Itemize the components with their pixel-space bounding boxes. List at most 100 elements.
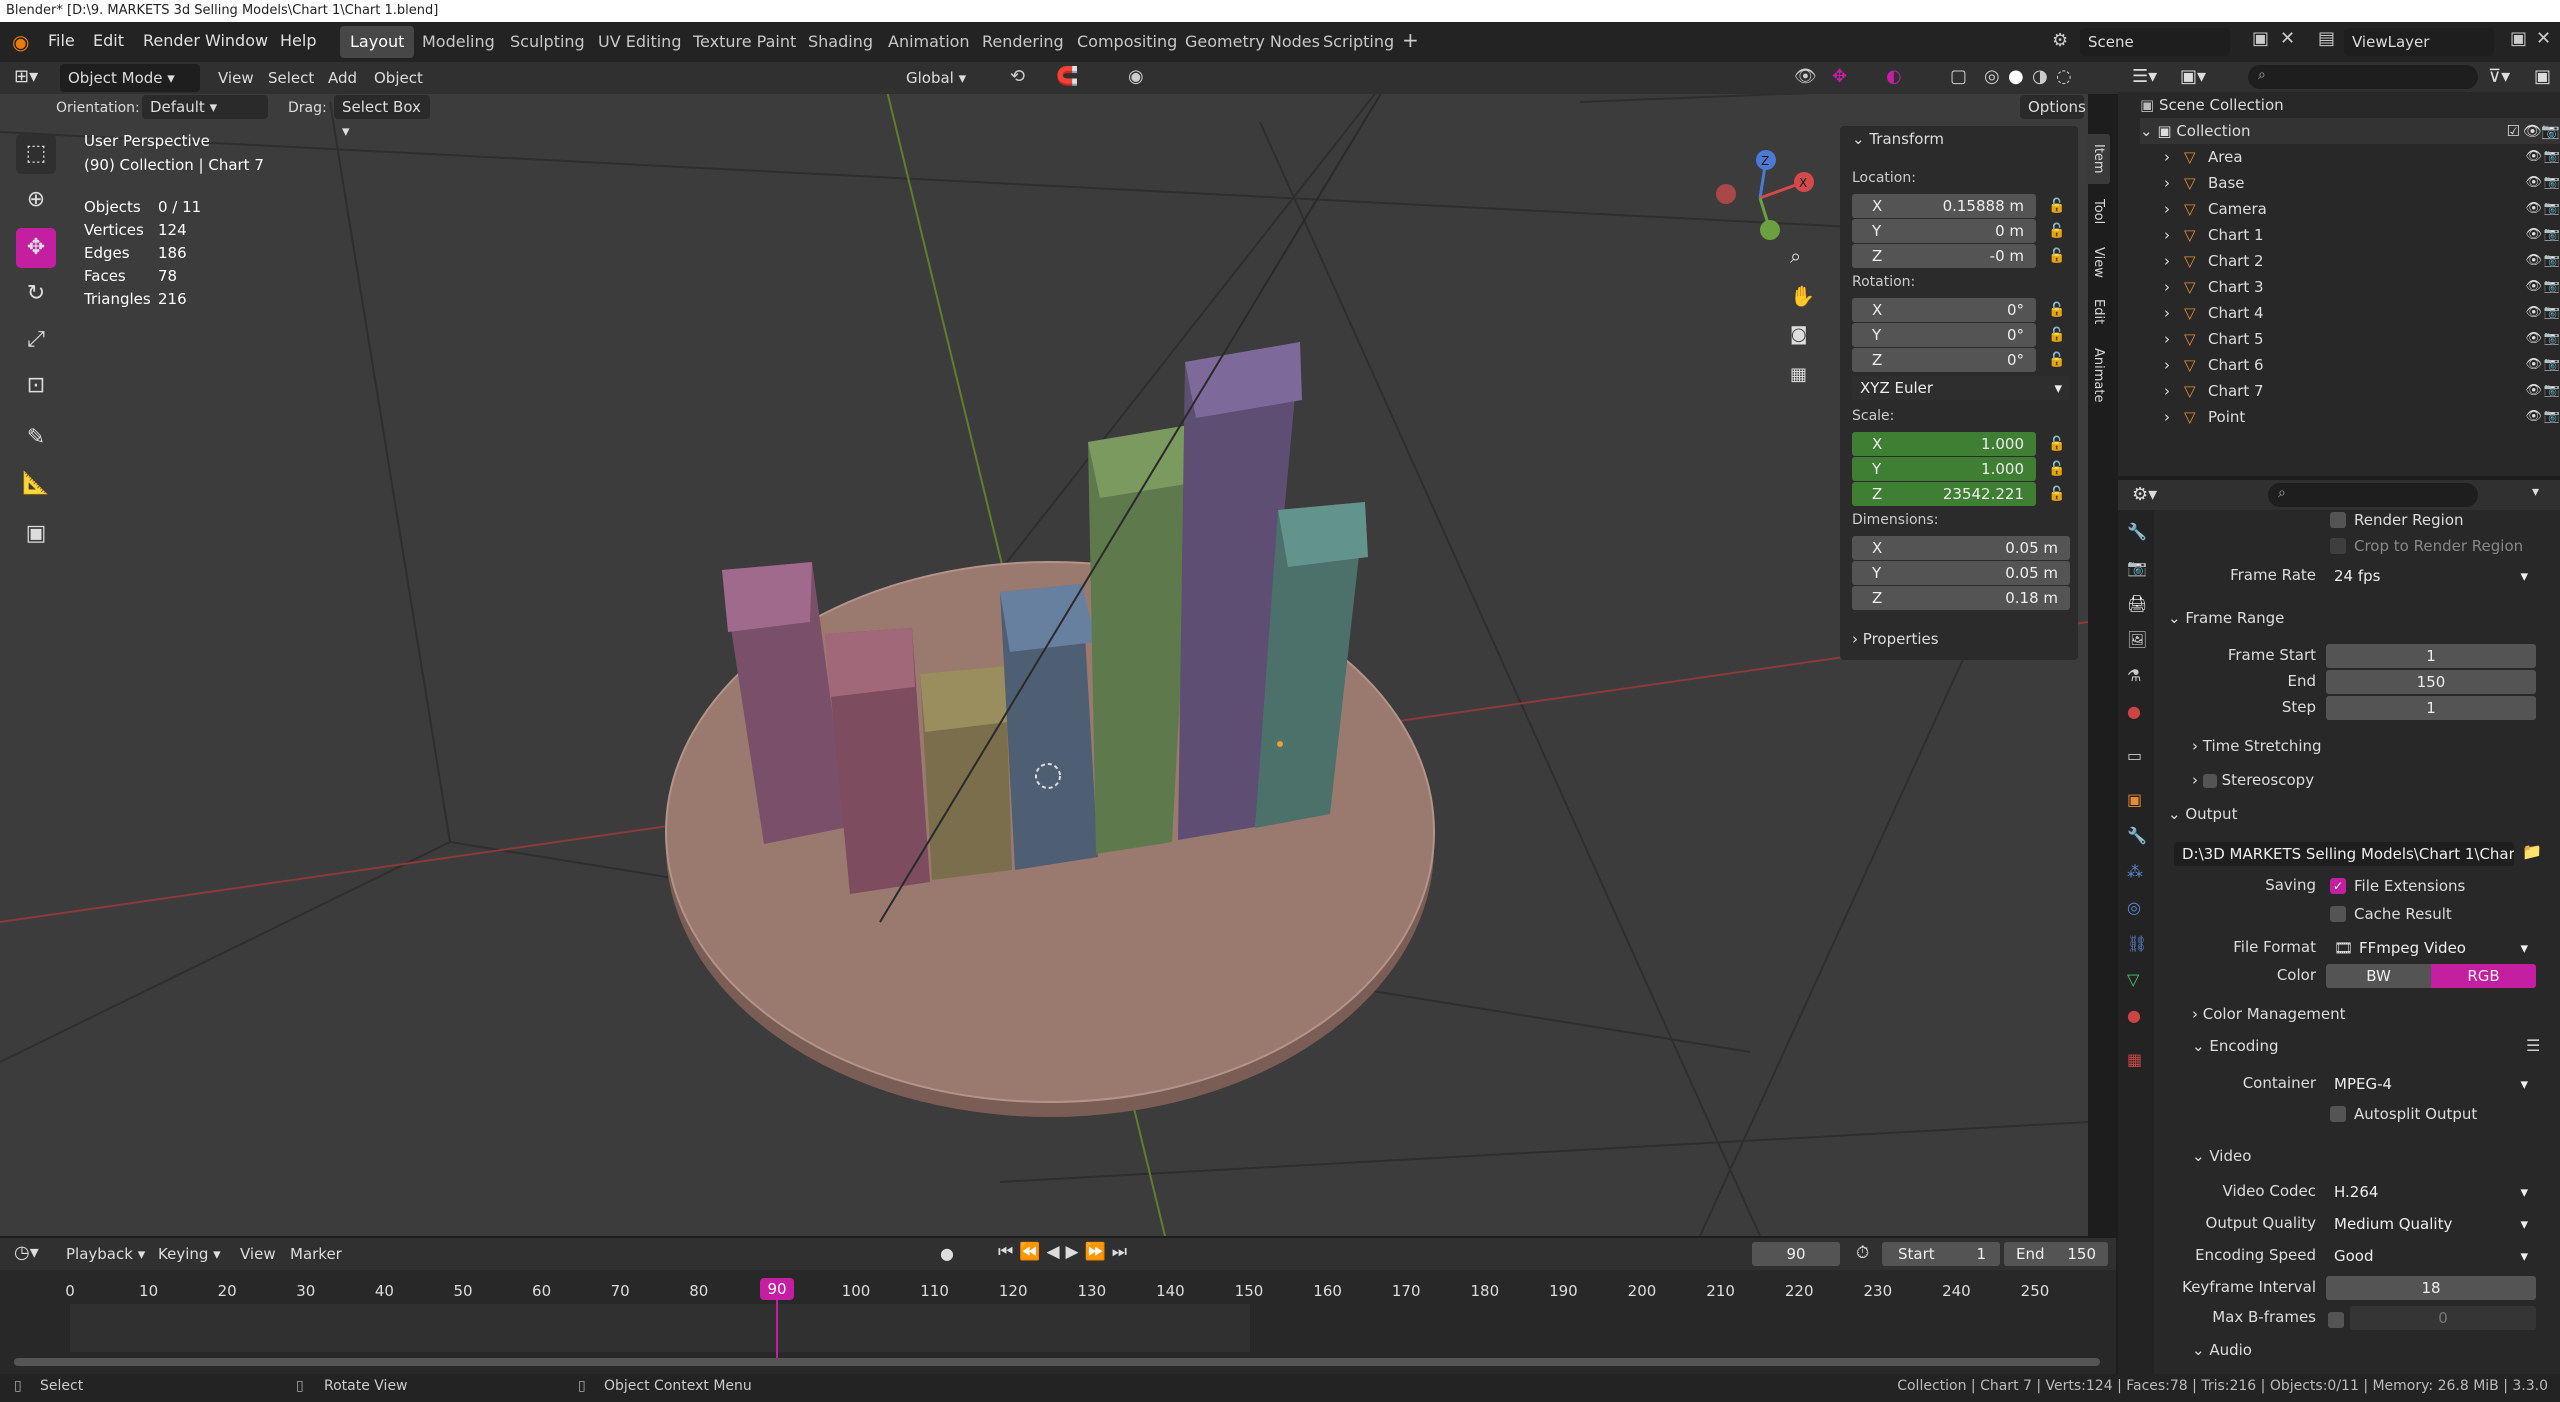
- outliner-item[interactable]: › ▽ Chart 1 👁 📷: [2140, 222, 2560, 248]
- lock-location-y-icon[interactable]: 🔓: [2048, 223, 2066, 241]
- playback-controls[interactable]: ⏮⏪◀▶⏩⏭: [998, 1242, 1133, 1262]
- playhead-line[interactable]: [776, 1290, 778, 1358]
- measure-tool-icon[interactable]: 📐: [16, 464, 56, 504]
- file-format-dropdown[interactable]: 🎞 FFmpeg Video ▾: [2326, 936, 2536, 960]
- outliner-item[interactable]: › ▽ Chart 2 👁 📷: [2140, 248, 2560, 274]
- stereoscopy-section[interactable]: › Stereoscopy: [2192, 766, 2314, 794]
- menu-help[interactable]: Help: [280, 31, 316, 50]
- outliner-item[interactable]: › ▽ Area 👁 📷: [2140, 144, 2560, 170]
- dimensions-y-field[interactable]: Y 0.05 m: [1852, 561, 2070, 585]
- visibility-icon[interactable]: 👁: [1794, 66, 1817, 87]
- output-path-input[interactable]: D:\3D MARKETS Selling Models\Chart 1\Cha…: [2174, 842, 2514, 866]
- select-tool-icon[interactable]: ⬚: [16, 134, 56, 174]
- xray-icon[interactable]: ▢: [1950, 66, 1967, 87]
- scale-y-field[interactable]: Y 1.000: [1852, 457, 2036, 481]
- camera-render-icon[interactable]: 📷: [2544, 144, 2560, 170]
- modifier-tab-icon[interactable]: 🔧: [2127, 826, 2147, 845]
- record-icon[interactable]: ●: [940, 1244, 954, 1263]
- new-view-layer-icon[interactable]: ▣: [2510, 28, 2527, 49]
- tab-texture-paint[interactable]: Texture Paint: [683, 26, 806, 58]
- tab-animate[interactable]: Animate: [2086, 340, 2110, 410]
- expand-arrow-icon[interactable]: ›: [2164, 326, 2170, 352]
- delete-scene-icon[interactable]: ✕: [2280, 28, 2295, 49]
- outliner-item[interactable]: › ▽ Camera 👁 📷: [2140, 196, 2560, 222]
- outliner-collection[interactable]: ⌄ ▣ Collection ☑ 👁 📷: [2140, 118, 2560, 144]
- transform-tool-icon[interactable]: ⊡: [16, 366, 56, 406]
- mode-selector[interactable]: Object Mode ▾: [60, 64, 200, 92]
- audio-section[interactable]: ⌄ Audio: [2192, 1336, 2252, 1364]
- menu-keying[interactable]: Keying ▾: [158, 1240, 221, 1268]
- pivot-point-icon[interactable]: ⟲: [1010, 66, 1025, 87]
- overlay-toggle-icon[interactable]: ◐: [1886, 66, 1902, 87]
- tab-scripting[interactable]: Scripting: [1313, 26, 1404, 58]
- output-section[interactable]: ⌄ Output: [2168, 800, 2237, 828]
- dimensions-z-field[interactable]: Z 0.18 m: [1852, 586, 2070, 610]
- object-tab-icon[interactable]: ▣: [2127, 790, 2142, 809]
- material-tab-icon[interactable]: ●: [2127, 1006, 2141, 1025]
- lock-scale-z-icon[interactable]: 🔓: [2048, 486, 2066, 504]
- camera-render-icon[interactable]: 📷: [2544, 248, 2560, 274]
- outliner-item[interactable]: › ▽ Chart 7 👁 📷: [2140, 378, 2560, 404]
- folder-icon[interactable]: 📁: [2522, 842, 2542, 861]
- tab-compositing[interactable]: Compositing: [1067, 26, 1187, 58]
- options-dropdown[interactable]: Options: [2020, 95, 2086, 119]
- camera-render-icon[interactable]: 📷: [2544, 378, 2560, 404]
- camera-render-icon[interactable]: 📷: [2544, 274, 2560, 300]
- editor-type-icon[interactable]: ⊞▾: [14, 66, 38, 87]
- dimensions-x-field[interactable]: X 0.05 m: [1852, 536, 2070, 560]
- camera-render-icon[interactable]: 📷: [2544, 326, 2560, 352]
- location-x-field[interactable]: X 0.15888 m: [1852, 194, 2036, 218]
- autosplit-checkbox[interactable]: [2330, 1106, 2346, 1122]
- encoding-speed-dropdown[interactable]: Good ▾: [2326, 1244, 2536, 1268]
- color-management-section[interactable]: › Color Management: [2192, 1000, 2346, 1028]
- camera-render-icon[interactable]: 📷: [2544, 196, 2560, 222]
- encoding-section[interactable]: ⌄ Encoding: [2192, 1032, 2278, 1060]
- playhead-frame-label[interactable]: 90: [760, 1278, 794, 1300]
- zoom-icon[interactable]: ⌕: [1790, 244, 1801, 268]
- gizmo-toggle-icon[interactable]: ✥: [1832, 66, 1847, 87]
- lock-location-z-icon[interactable]: 🔓: [2048, 248, 2066, 266]
- menu-view[interactable]: View: [218, 64, 254, 92]
- outliner-search-input[interactable]: ⌕: [2248, 65, 2478, 89]
- camera-render-icon[interactable]: 📷: [2544, 222, 2560, 248]
- lock-rotation-x-icon[interactable]: 🔓: [2048, 302, 2066, 320]
- eye-icon[interactable]: 👁: [2525, 196, 2542, 222]
- expand-arrow-icon[interactable]: ›: [2164, 196, 2170, 222]
- menu-timeline-view[interactable]: View: [240, 1240, 276, 1268]
- start-frame-field[interactable]: Start 1: [1882, 1242, 2000, 1266]
- tab-view[interactable]: View: [2086, 240, 2110, 284]
- outliner-item[interactable]: › ▽ Chart 3 👁 📷: [2140, 274, 2560, 300]
- lock-location-x-icon[interactable]: 🔓: [2048, 198, 2066, 216]
- tab-item[interactable]: Item: [2086, 134, 2110, 184]
- view-layer-icon[interactable]: ▤: [2318, 28, 2335, 49]
- transform-orientation-dropdown[interactable]: Global ▾: [898, 64, 994, 92]
- tab-shading[interactable]: Shading: [798, 26, 883, 58]
- 3d-viewport[interactable]: User Perspective (90) Collection | Chart…: [0, 62, 2088, 1236]
- max-bframes-checkbox[interactable]: [2328, 1312, 2344, 1328]
- outliner-item[interactable]: › ▽ Chart 4 👁 📷: [2140, 300, 2560, 326]
- tab-geometry-nodes[interactable]: Geometry Nodes: [1175, 26, 1330, 58]
- expand-arrow-icon[interactable]: ›: [2164, 274, 2170, 300]
- annotate-tool-icon[interactable]: ✎: [16, 418, 56, 458]
- frame-range-section[interactable]: ⌄ Frame Range: [2168, 604, 2284, 632]
- lock-rotation-y-icon[interactable]: 🔓: [2048, 327, 2066, 345]
- frame-rate-dropdown[interactable]: 24 fps ▾: [2326, 564, 2536, 588]
- new-scene-icon[interactable]: ▣: [2252, 28, 2269, 49]
- current-frame-field[interactable]: 90: [1752, 1242, 1840, 1266]
- rotation-x-field[interactable]: X 0°: [1852, 298, 2036, 322]
- move-tool-icon[interactable]: ✥: [16, 228, 56, 268]
- view-layer-tab-icon[interactable]: 🖼: [2127, 630, 2147, 649]
- eye-icon[interactable]: 👁: [2525, 222, 2542, 248]
- snap-icon[interactable]: 🧲: [1056, 66, 1078, 87]
- properties-search-input[interactable]: ⌕: [2268, 483, 2478, 507]
- tab-modeling[interactable]: Modeling: [412, 26, 505, 58]
- expand-arrow-icon[interactable]: ›: [2164, 300, 2170, 326]
- rotation-mode-dropdown[interactable]: XYZ Euler ▾: [1852, 376, 2070, 400]
- timeline-editor-icon[interactable]: ◷▾: [14, 1242, 39, 1263]
- orientation-dropdown[interactable]: Default ▾: [142, 95, 268, 119]
- eye-icon[interactable]: 👁: [2525, 274, 2542, 300]
- menu-object[interactable]: Object: [374, 64, 423, 92]
- max-bframes-field[interactable]: 0: [2350, 1306, 2536, 1330]
- menu-add[interactable]: Add: [328, 64, 357, 92]
- output-quality-dropdown[interactable]: Medium Quality ▾: [2326, 1212, 2536, 1236]
